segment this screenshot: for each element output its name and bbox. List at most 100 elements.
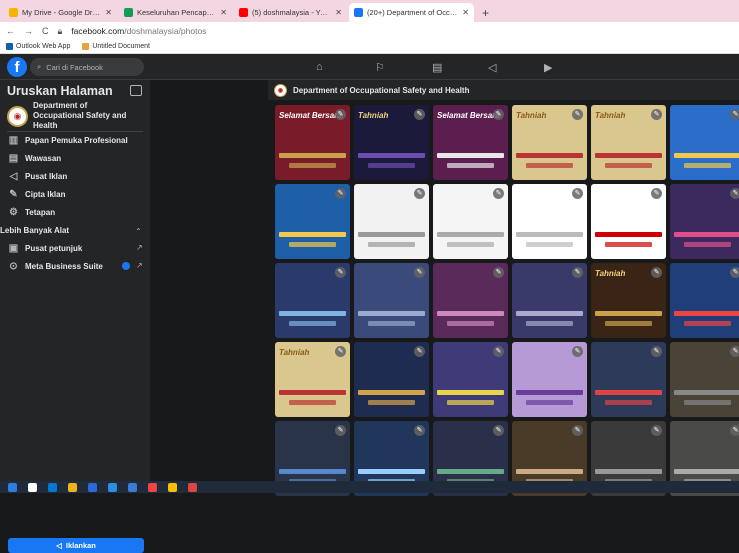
photo-thumbnail[interactable]: ✎: [354, 342, 429, 417]
edit-pencil-icon[interactable]: ✎: [414, 425, 425, 436]
close-icon[interactable]: ✕: [105, 8, 112, 17]
browser-tab[interactable]: (5) doshmalaysia - YouTube ✕: [234, 3, 347, 22]
sidebar-item[interactable]: ▤ Wawasan: [8, 153, 61, 164]
flag-icon[interactable]: ⚐: [375, 61, 385, 74]
forward-icon[interactable]: →: [24, 26, 33, 36]
external-link-icon[interactable]: ↗: [136, 261, 143, 270]
home-icon[interactable]: ⌂: [316, 61, 323, 73]
edit-pencil-icon[interactable]: ✎: [335, 425, 346, 436]
photo-thumbnail[interactable]: ✎: [670, 105, 739, 180]
edit-pencil-icon[interactable]: ✎: [730, 188, 739, 199]
sidebar-item[interactable]: ✎ Cipta Iklan: [8, 189, 65, 200]
video-icon[interactable]: ▶: [544, 61, 552, 74]
photo-thumbnail[interactable]: ✎: [512, 263, 587, 338]
promote-button[interactable]: ◁ Iklankan: [8, 538, 144, 553]
taskbar-app-icon[interactable]: [8, 482, 17, 492]
photo-thumbnail[interactable]: ✎: [670, 184, 739, 259]
taskbar-app-icon[interactable]: [88, 482, 97, 492]
sidebar-toggle-icon[interactable]: [130, 85, 142, 96]
facebook-logo[interactable]: f: [7, 57, 27, 77]
back-icon[interactable]: ←: [6, 26, 15, 36]
close-icon[interactable]: ✕: [335, 8, 342, 17]
reload-icon[interactable]: C: [42, 26, 49, 36]
browser-tab[interactable]: Keseluruhan Pencapaian SKT 202✕: [119, 3, 232, 22]
edit-pencil-icon[interactable]: ✎: [335, 267, 346, 278]
edit-pencil-icon[interactable]: ✎: [493, 109, 504, 120]
edit-pencil-icon[interactable]: ✎: [414, 188, 425, 199]
edit-pencil-icon[interactable]: ✎: [651, 188, 662, 199]
photo-thumbnail[interactable]: Tahniah ✎: [512, 105, 587, 180]
edit-pencil-icon[interactable]: ✎: [730, 346, 739, 357]
taskbar-app-icon[interactable]: [28, 482, 37, 492]
taskbar-app-icon[interactable]: [188, 482, 197, 492]
taskbar-app-icon[interactable]: [168, 482, 177, 492]
browser-tab[interactable]: My Drive - Google Drive ✕: [4, 3, 117, 22]
taskbar-app-icon[interactable]: [148, 482, 157, 492]
photo-thumbnail[interactable]: ✎: [670, 263, 739, 338]
photo-thumbnail[interactable]: Tahniah ✎: [275, 342, 350, 417]
edit-pencil-icon[interactable]: ✎: [335, 346, 346, 357]
photo-thumbnail[interactable]: Tahniah ✎: [354, 105, 429, 180]
close-icon[interactable]: ✕: [220, 8, 227, 17]
edit-pencil-icon[interactable]: ✎: [493, 425, 504, 436]
url-field[interactable]: facebook.com/doshmalaysia/photos: [71, 26, 206, 36]
photo-thumbnail[interactable]: ✎: [591, 184, 666, 259]
edit-pencil-icon[interactable]: ✎: [414, 109, 425, 120]
photo-thumbnail[interactable]: ✎: [275, 263, 350, 338]
edit-pencil-icon[interactable]: ✎: [651, 425, 662, 436]
edit-pencil-icon[interactable]: ✎: [730, 425, 739, 436]
taskbar-app-icon[interactable]: [68, 482, 77, 492]
photo-thumbnail[interactable]: ✎: [433, 184, 508, 259]
photo-thumbnail[interactable]: ✎: [433, 263, 508, 338]
taskbar-app-icon[interactable]: [128, 482, 137, 492]
sidebar-item[interactable]: ◁ Pusat Iklan: [8, 171, 68, 182]
bookmark-item[interactable]: Outlook Web App: [6, 43, 70, 50]
photo-thumbnail[interactable]: Tahniah ✎: [591, 105, 666, 180]
megaphone-icon[interactable]: ◁: [488, 61, 496, 74]
edit-pencil-icon[interactable]: ✎: [493, 188, 504, 199]
sidebar-item[interactable]: ⚙ Tetapan: [8, 207, 55, 218]
edit-pencil-icon[interactable]: ✎: [651, 346, 662, 357]
photo-thumbnail[interactable]: ✎: [275, 184, 350, 259]
external-link-icon[interactable]: ↗: [136, 243, 143, 252]
photo-thumbnail[interactable]: ✎: [591, 342, 666, 417]
edit-pencil-icon[interactable]: ✎: [572, 346, 583, 357]
photo-thumbnail[interactable]: ✎: [433, 342, 508, 417]
sidebar-item[interactable]: ▥ Papan Pemuka Profesional: [8, 135, 128, 146]
new-tab-button[interactable]: +: [476, 3, 495, 22]
photo-thumbnail[interactable]: ✎: [512, 184, 587, 259]
edit-pencil-icon[interactable]: ✎: [414, 267, 425, 278]
taskbar-app-icon[interactable]: [108, 482, 117, 492]
edit-pencil-icon[interactable]: ✎: [572, 188, 583, 199]
edit-pencil-icon[interactable]: ✎: [572, 425, 583, 436]
tool-item[interactable]: ▣ Pusat petunjuk: [8, 243, 83, 254]
browser-tab[interactable]: (20+) Department of Occupation✕: [349, 3, 474, 22]
photo-thumbnail[interactable]: Tahniah ✎: [591, 263, 666, 338]
search-input[interactable]: ⌕ Cari di Facebook: [30, 58, 144, 76]
edit-pencil-icon[interactable]: ✎: [651, 267, 662, 278]
taskbar-app-icon[interactable]: [48, 482, 57, 492]
edit-pencil-icon[interactable]: ✎: [572, 109, 583, 120]
pages-icon[interactable]: ▤: [432, 61, 442, 74]
photo-thumbnail[interactable]: Selamat Bersara ✎: [275, 105, 350, 180]
edit-pencil-icon[interactable]: ✎: [414, 346, 425, 357]
edit-pencil-icon[interactable]: ✎: [651, 109, 662, 120]
photo-thumbnail[interactable]: ✎: [670, 342, 739, 417]
edit-pencil-icon[interactable]: ✎: [335, 188, 346, 199]
edit-pencil-icon[interactable]: ✎: [730, 109, 739, 120]
tool-item[interactable]: ⊙ Meta Business Suite: [8, 261, 103, 272]
edit-pencil-icon[interactable]: ✎: [572, 267, 583, 278]
edit-pencil-icon[interactable]: ✎: [730, 267, 739, 278]
edit-pencil-icon[interactable]: ✎: [493, 346, 504, 357]
bookmark-item[interactable]: Untitled Document: [82, 43, 150, 50]
close-icon[interactable]: ✕: [462, 8, 469, 17]
more-tools-header[interactable]: Lebih Banyak Alat: [0, 226, 69, 235]
photo-thumbnail[interactable]: ✎: [512, 342, 587, 417]
edit-pencil-icon[interactable]: ✎: [335, 109, 346, 120]
photo-thumbnail[interactable]: ✎: [354, 184, 429, 259]
photo-thumbnail[interactable]: Selamat Bersara ✎: [433, 105, 508, 180]
chevron-up-icon[interactable]: ⌃: [135, 227, 142, 236]
page-avatar[interactable]: ◉: [274, 83, 287, 97]
edit-pencil-icon[interactable]: ✎: [493, 267, 504, 278]
page-selector[interactable]: ◉ Department of Occupational Safety and …: [7, 101, 133, 131]
